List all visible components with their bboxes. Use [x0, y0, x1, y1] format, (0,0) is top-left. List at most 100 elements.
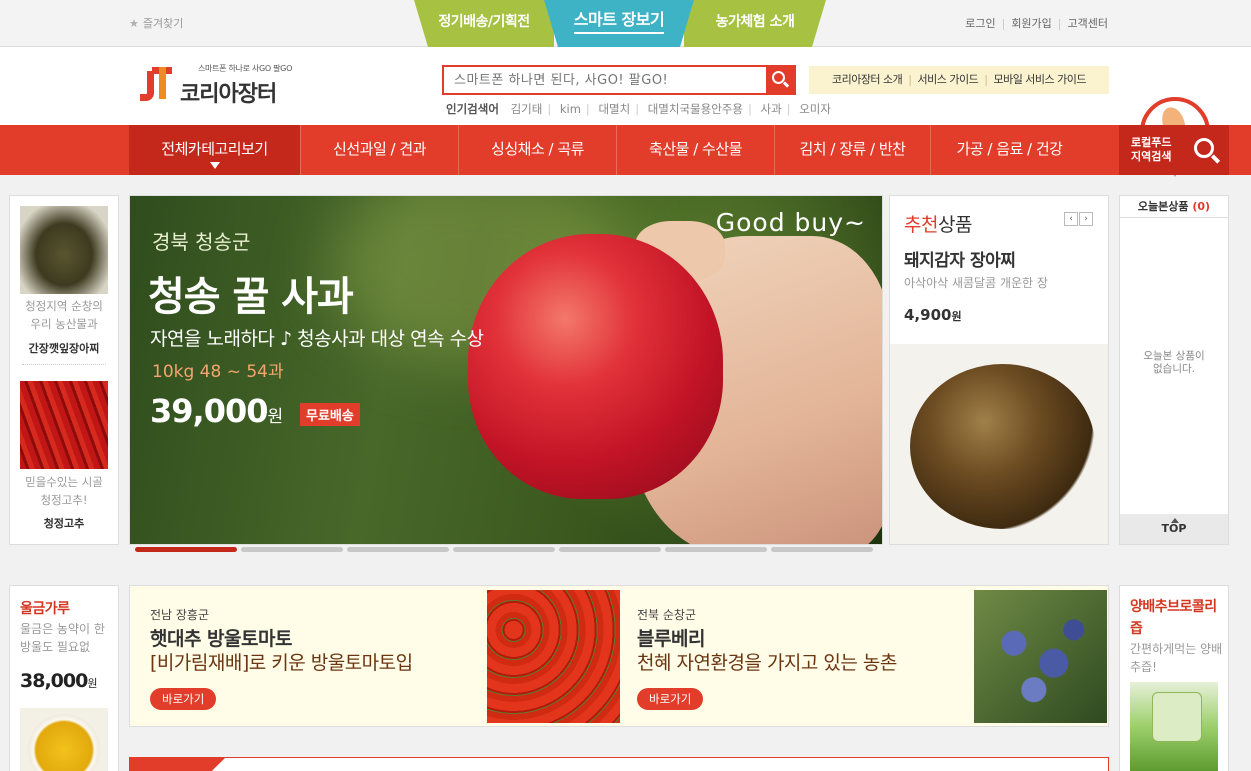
free-shipping-badge: 무료배송	[300, 403, 360, 426]
service-tabs: 정기배송/기획전 농가체험 소개 스마트 장보기	[414, 0, 826, 47]
pager-dot[interactable]	[241, 547, 343, 552]
popular-term[interactable]: kim	[560, 102, 581, 116]
product-desc: 믿을수있는 시골 청정고추!	[25, 475, 103, 507]
popular-term[interactable]: 대멸치국물용안주용	[648, 102, 743, 116]
section-tab[interactable]	[130, 758, 225, 771]
side-product-cabbage-juice[interactable]: 양배추브로콜리즙 간편하게먹는 양배추즙!	[1119, 585, 1229, 771]
popular-term[interactable]: 오미자	[799, 102, 831, 116]
pager-dot[interactable]	[453, 547, 555, 552]
tab-farm-experience[interactable]: 농가체험 소개	[684, 0, 826, 47]
product-desc: 청정지역 순창의 우리 농산물과	[25, 299, 103, 331]
all-categories-button[interactable]: 전체카테고리보기	[129, 125, 300, 175]
product-image	[1130, 682, 1218, 771]
top-label: TOP	[1161, 522, 1187, 535]
pager-dot[interactable]	[347, 547, 449, 552]
promo-subtitle: 천혜 자연환경을 가지고 있는 농촌	[637, 652, 897, 674]
recommend-name[interactable]: 돼지감자 장아찌	[904, 246, 1016, 271]
tab-regular-delivery[interactable]: 정기배송/기획전	[414, 0, 554, 47]
popular-term[interactable]: 김기태	[511, 102, 543, 116]
pager-dot[interactable]	[665, 547, 767, 552]
product-image	[20, 708, 108, 771]
prev-arrow-icon[interactable]: ‹	[1064, 212, 1078, 226]
popular-term[interactable]: 대멸치	[598, 102, 630, 116]
product-desc: 울금은 농약이 한 방울도 필요없	[20, 622, 105, 654]
promo-card-blueberry: 전북 순창군 블루베리 천혜 자연환경을 가지고 있는 농촌 바로가기	[617, 586, 974, 726]
recommend-heading: 추천상품	[904, 214, 972, 236]
mobile-guide-link[interactable]: 모바일 서비스 가이드	[993, 73, 1086, 86]
tomato-image[interactable]	[487, 590, 620, 723]
promo-go-button[interactable]: 바로가기	[150, 688, 217, 710]
pager-dot[interactable]	[559, 547, 661, 552]
popular-term[interactable]: 사과	[760, 102, 781, 116]
all-categories-label: 전체카테고리보기	[161, 140, 268, 158]
section-tab-bar	[129, 757, 1109, 771]
utility-bar: ★ 즐겨찾기 정기배송/기획전 농가체험 소개 스마트 장보기 로그인 | 회원가입 |…	[0, 0, 1251, 47]
promo-subtitle: [비가림재배]로 키운 방울토마토입	[150, 652, 413, 674]
tab-smart-shopping[interactable]: 스마트 장보기	[544, 0, 694, 47]
popular-keywords: 인기검색어 김기태 | kim | 대멸치 | 대멸치국물용안주용 | 사과 | 오미자	[446, 102, 831, 116]
banner-price: 39,000원	[150, 392, 283, 430]
product-name[interactable]: 청정고추	[10, 515, 118, 531]
main-banner[interactable]: Good buy~ 경북 청송군 청송 꿀 사과 자연을 노래하다 ♪ 청송사과…	[129, 195, 883, 545]
popular-label: 인기검색어	[446, 102, 499, 116]
site-logo[interactable]: 스마트폰 하나로 사GO 팔GO 코리아장터	[136, 61, 306, 107]
local-food-search-button[interactable]: 로컬푸드 지역검색	[1119, 125, 1229, 175]
caret-down-icon	[210, 162, 220, 169]
side-product-turmeric[interactable]: 울금가루 울금은 농약이 한 방울도 필요없 38,000원	[9, 585, 119, 771]
local-food-label: 로컬푸드	[1131, 136, 1172, 149]
favorite-link[interactable]: ★ 즐겨찾기	[129, 15, 183, 31]
banner-pager	[135, 547, 875, 553]
guide-links: 코리아장터 소개 | 서비스 가이드 | 모바일 서비스 가이드	[809, 66, 1109, 94]
customer-center-link[interactable]: 고객센터	[1068, 17, 1108, 30]
promo-strip: 전남 장흥군 햇대추 방울토마토 [비가림재배]로 키운 방울토마토입 바로가기…	[129, 585, 1109, 727]
service-guide-link[interactable]: 서비스 가이드	[918, 73, 979, 86]
recommend-price: 4,900원	[904, 306, 962, 324]
favorite-label: 즐겨찾기	[142, 17, 184, 30]
tab-smart-shopping-label: 스마트 장보기	[574, 10, 664, 34]
product-name[interactable]: 간장깻잎장아찌	[10, 340, 118, 356]
recommend-arrows: ‹ ›	[1064, 212, 1094, 226]
divider	[22, 364, 106, 365]
search-icon	[1194, 138, 1214, 158]
next-arrow-icon[interactable]: ›	[1079, 212, 1093, 226]
recently-viewed-empty: 오늘본 상품이 없습니다.	[1143, 350, 1205, 375]
top-button[interactable]: TOP	[1120, 514, 1228, 544]
product-price: 38,000원	[20, 670, 97, 692]
banner-region: 경북 청송군	[152, 230, 251, 254]
nav-fruit[interactable]: 신선과일 / 견과	[300, 125, 458, 175]
logo-name: 코리아장터	[180, 82, 277, 107]
recommend-desc: 아삭아삭 새콤달콤 개운한 장	[904, 276, 1048, 290]
recommend-image[interactable]	[890, 344, 1108, 544]
promo-go-button[interactable]: 바로가기	[637, 688, 704, 710]
search-input[interactable]	[444, 67, 766, 93]
signup-link[interactable]: 회원가입	[1011, 17, 1051, 30]
recently-viewed: 오늘본상품 (0) 오늘본 상품이 없습니다. TOP	[1119, 195, 1229, 545]
nav-kimchi[interactable]: 김치 / 장류 / 반찬	[774, 125, 930, 175]
search-button[interactable]	[766, 67, 794, 93]
pager-dot[interactable]	[771, 547, 873, 552]
login-link[interactable]: 로그인	[965, 17, 995, 30]
nav-processed[interactable]: 가공 / 음료 / 건강	[930, 125, 1088, 175]
promo-region: 전남 장흥군	[150, 608, 210, 622]
pager-dot-active[interactable]	[135, 547, 237, 552]
recommended-product: 추천상품 ‹ › 돼지감자 장아찌 아삭아삭 새콤달콤 개운한 장 4,900원	[889, 195, 1109, 545]
logo-slogan: 스마트폰 하나로 사GO 팔GO	[198, 64, 293, 73]
product-name: 울금가루	[20, 601, 70, 617]
about-link[interactable]: 코리아장터 소개	[832, 73, 903, 86]
promo-title: 블루베리	[637, 628, 705, 650]
header: 스마트폰 하나로 사GO 팔GO 코리아장터 인기검색어 김기태| kim| 대…	[0, 47, 1251, 177]
promo-title: 햇대추 방울토마토	[150, 628, 292, 650]
banner-subtitle: 자연을 노래하다 ♪ 청송사과 대상 연속 수상	[150, 328, 484, 350]
account-links: 로그인 | 회원가입 | 고객센터	[965, 17, 1108, 30]
blueberry-image[interactable]	[974, 590, 1107, 723]
search-box	[442, 65, 796, 95]
star-icon: ★	[129, 17, 139, 30]
banner-goodbuy: Good buy~	[715, 208, 866, 237]
product-image-pepper[interactable]	[20, 381, 108, 469]
promo-region: 전북 순창군	[637, 608, 697, 622]
banner-spec: 10kg 48 ~ 54과	[152, 362, 284, 382]
product-desc: 간편하게먹는 양배추즙!	[1130, 642, 1223, 674]
nav-vegetables[interactable]: 싱싱채소 / 곡류	[458, 125, 616, 175]
product-image-perilla[interactable]	[20, 206, 108, 294]
nav-meat-seafood[interactable]: 축산물 / 수산물	[616, 125, 774, 175]
